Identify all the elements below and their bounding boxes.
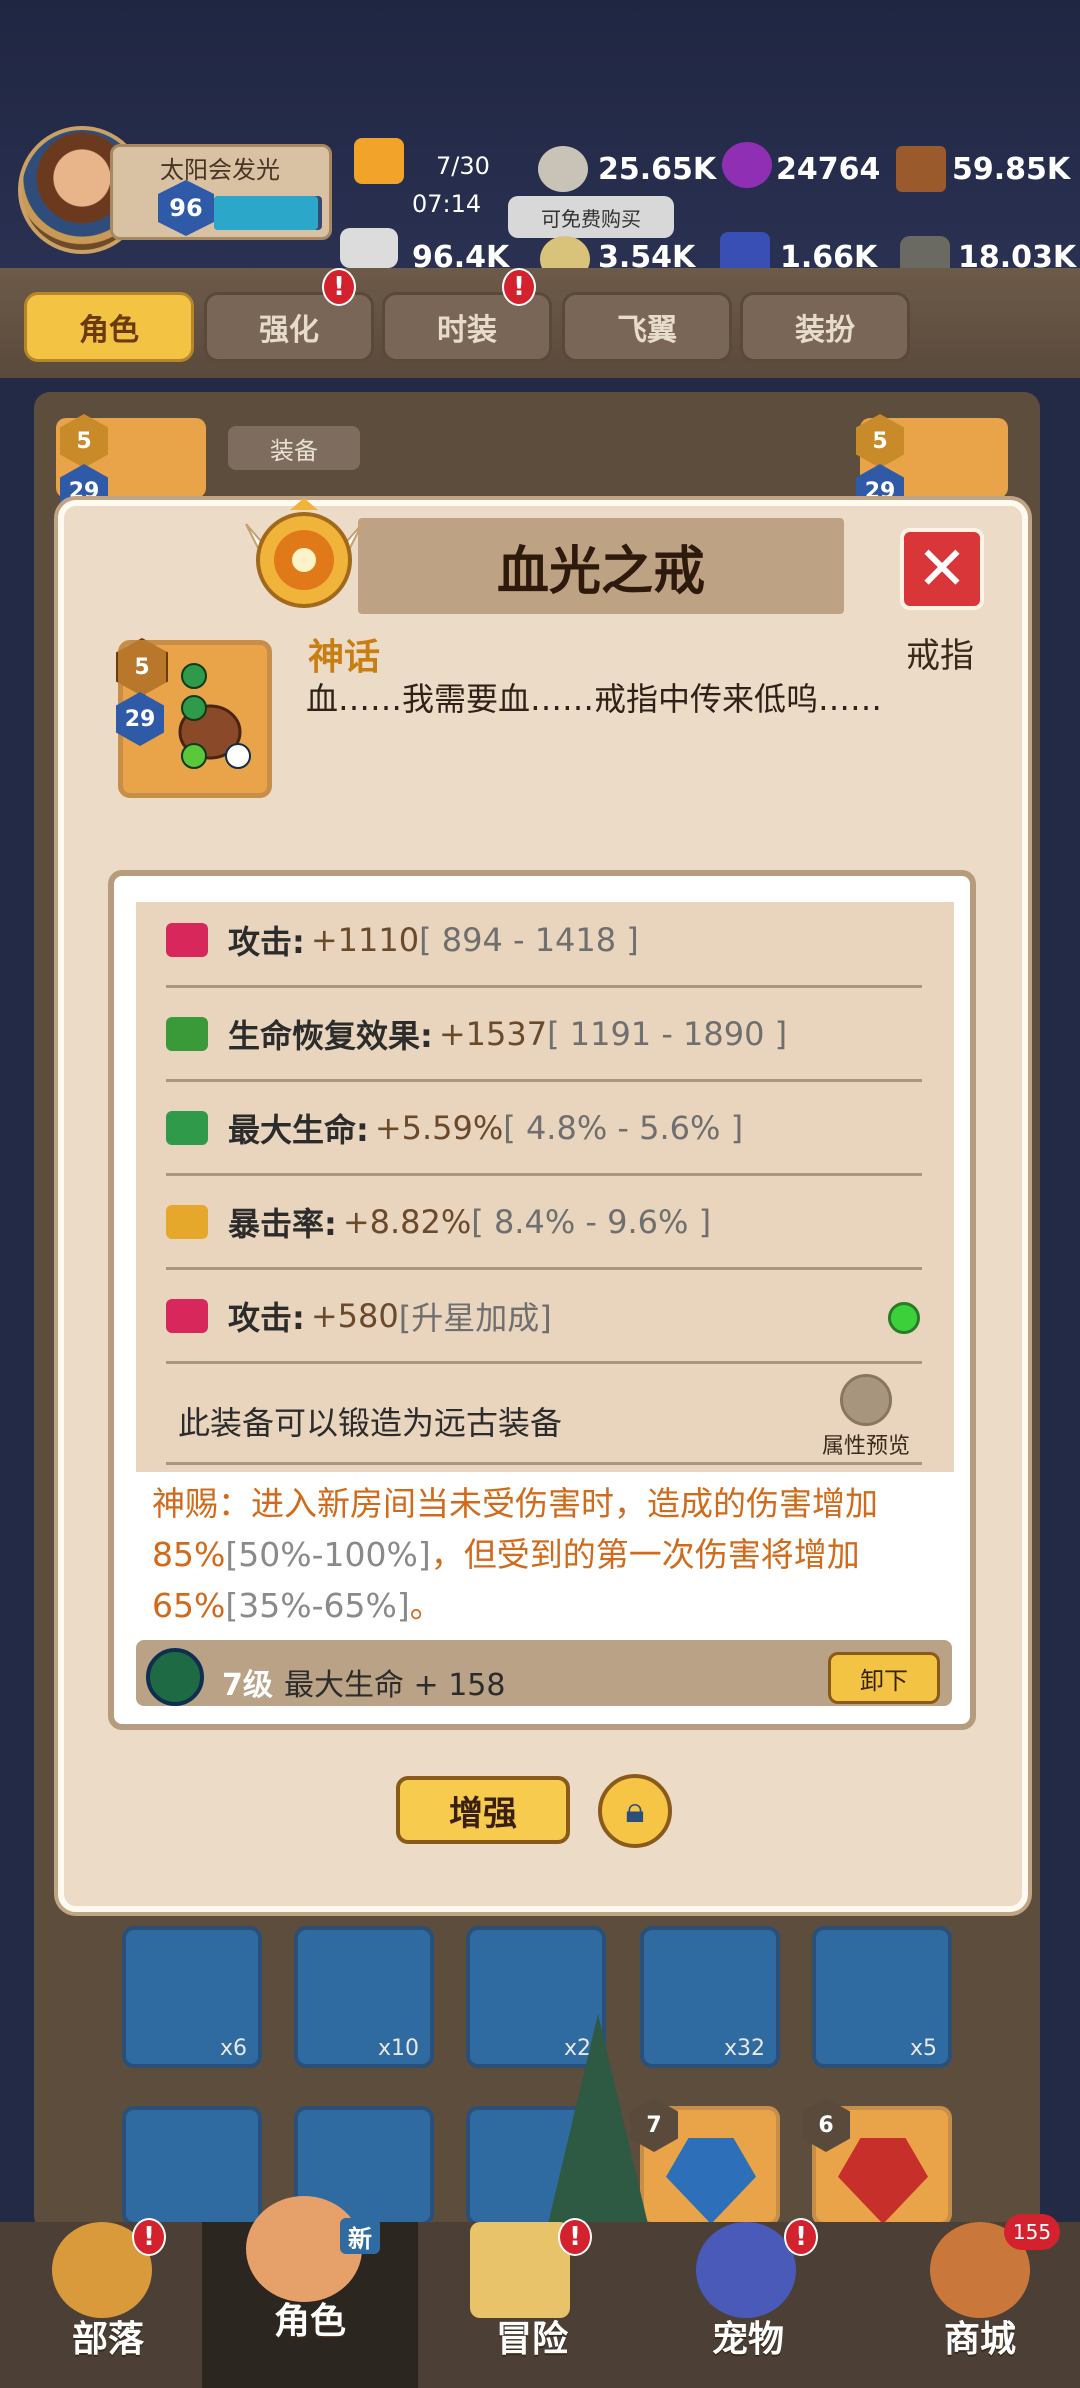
ring-icon xyxy=(164,660,256,770)
scroll-count: x10 xyxy=(378,2036,420,2061)
divine-line-2: 85%[50%-100%]，但受到的第一次伤害将增加 xyxy=(152,1529,932,1580)
item-rarity: 神话 xyxy=(308,637,381,678)
attack-icon xyxy=(166,1298,208,1333)
nav-tribe-alert-icon: ! xyxy=(132,2218,166,2256)
bone-icon[interactable] xyxy=(340,228,398,268)
nav-shop-label: 商城 xyxy=(943,2319,1016,2360)
stat-row: 攻击: +580 [升星加成] xyxy=(166,1270,922,1364)
stone-count: 25.65K xyxy=(598,152,717,187)
xp-bar-fill xyxy=(214,196,318,230)
stat-value: +1537 xyxy=(438,1014,548,1053)
divine-range: [50%-100%] xyxy=(225,1535,431,1574)
tab-character[interactable]: 角色 xyxy=(24,292,194,362)
lock-button[interactable]: 🔒︎ xyxy=(598,1774,672,1848)
stat-value: +580 xyxy=(310,1296,399,1335)
player-name: 太阳会发光 xyxy=(160,156,280,184)
nav-tribe-label: 部落 xyxy=(71,2319,144,2360)
item-flavor-text: 血……我需要血……戒指中传来低呜…… xyxy=(306,680,883,718)
nav-pets-label: 宠物 xyxy=(711,2319,784,2360)
lock-icon: 🔒︎ xyxy=(625,1790,645,1831)
forge-hint-text: 此装备可以锻造为远古装备 xyxy=(178,1404,563,1442)
stat-name: 暴击率: xyxy=(228,1204,337,1243)
nav-adventure-alert-icon: ! xyxy=(558,2218,592,2256)
wood-icon[interactable] xyxy=(896,146,946,192)
stat-range: [ 8.4% - 9.6% ] xyxy=(471,1202,712,1241)
stat-row: 最大生命: +5.59% [ 4.8% - 5.6% ] xyxy=(166,1082,922,1176)
stat-row: 暴击率: +8.82% [ 8.4% - 9.6% ] xyxy=(166,1176,922,1270)
divine-blessing-text: 神赐：进入新房间当未受伤害时，造成的伤害增加 85%[50%-100%]，但受到… xyxy=(152,1478,932,1631)
divine-value: 85% xyxy=(152,1535,226,1574)
tab-enhance-alert-icon: ! xyxy=(322,268,356,306)
energy-icon[interactable] xyxy=(354,138,404,184)
stat-name: 最大生命: xyxy=(228,1110,369,1149)
wood-count: 59.85K xyxy=(952,152,1071,187)
gem-level: 7级 xyxy=(222,1668,273,1703)
star-bonus-active-icon xyxy=(888,1302,920,1334)
sun-emblem-icon xyxy=(236,494,372,614)
stat-range: [ 4.8% - 5.6% ] xyxy=(503,1108,744,1147)
free-buy-tooltip[interactable]: 可免费购买 xyxy=(508,196,674,238)
divine-value: 65% xyxy=(152,1586,226,1625)
close-button[interactable]: ✕ xyxy=(900,528,984,610)
divider xyxy=(166,1462,922,1465)
green-gem-icon xyxy=(146,1648,204,1706)
pet-icon xyxy=(696,2222,796,2318)
item-slot-type: 戒指 xyxy=(906,636,974,676)
energy-count: 7/30 xyxy=(436,152,490,180)
enhance-button[interactable]: 增强 xyxy=(396,1776,570,1844)
stat-name: 生命恢复效果: xyxy=(228,1016,433,1055)
scroll-count: x32 xyxy=(724,2036,766,2061)
stat-range: [ 894 - 1418 ] xyxy=(419,920,639,959)
gem-stat: 最大生命 + 158 xyxy=(284,1668,506,1703)
bg-equip-label[interactable]: 装备 xyxy=(228,426,360,470)
nav-pets-alert-icon: ! xyxy=(784,2218,818,2256)
tab-fashion-alert-icon: ! xyxy=(502,268,536,306)
unequip-gem-button[interactable]: 卸下 xyxy=(828,1652,940,1704)
new-badge: 新 xyxy=(340,2218,380,2254)
stat-row: 攻击: +1110 [ 894 - 1418 ] xyxy=(166,894,922,988)
stat-value: +1110 xyxy=(310,920,420,959)
close-icon: ✕ xyxy=(916,534,968,604)
regen-icon xyxy=(166,1016,208,1051)
energy-timer: 07:14 xyxy=(412,190,482,218)
stat-value: +8.82% xyxy=(342,1202,472,1241)
divine-range: [35%-65%] xyxy=(225,1586,410,1625)
heart-icon xyxy=(166,1110,208,1145)
scroll-preview-icon[interactable] xyxy=(840,1374,892,1426)
gem-currency-icon[interactable] xyxy=(722,142,772,188)
tab-dressup[interactable]: 装扮 xyxy=(740,292,910,362)
scroll-slot[interactable] xyxy=(122,2106,262,2226)
nav-adventure-label: 冒险 xyxy=(495,2319,568,2360)
gem-currency-count: 24764 xyxy=(776,152,881,187)
divine-line-1: 神赐：进入新房间当未受伤害时，造成的伤害增加 xyxy=(152,1484,878,1523)
stat-row: 生命恢复效果: +1537 [ 1191 - 1890 ] xyxy=(166,988,922,1082)
stone-icon[interactable] xyxy=(538,146,588,192)
attack-icon xyxy=(166,922,208,957)
stat-name: 攻击: xyxy=(228,922,305,961)
divine-text: 。 xyxy=(409,1586,443,1625)
scroll-count: x5 xyxy=(910,2036,938,2061)
tab-wings[interactable]: 飞翼 xyxy=(562,292,732,362)
shop-count-badge: 155 xyxy=(1004,2214,1060,2250)
divine-text: ，但受到的第一次伤害将增加 xyxy=(430,1535,860,1574)
stat-name: 攻击: xyxy=(228,1298,305,1337)
divine-line-3: 65%[35%-65%]。 xyxy=(152,1580,932,1631)
map-icon xyxy=(470,2222,570,2318)
stat-range: [升星加成] xyxy=(398,1298,552,1337)
scroll-count: x6 xyxy=(220,2036,248,2061)
attribute-preview-label[interactable]: 属性预览 xyxy=(822,1428,910,1460)
stat-range: [ 1191 - 1890 ] xyxy=(547,1014,788,1053)
nav-character-label: 角色 xyxy=(273,2301,346,2342)
stat-value: +5.59% xyxy=(374,1108,504,1147)
scroll-count: x2 xyxy=(564,2036,592,2061)
crit-icon xyxy=(166,1204,208,1239)
modal-title: 血光之戒 xyxy=(358,518,844,614)
